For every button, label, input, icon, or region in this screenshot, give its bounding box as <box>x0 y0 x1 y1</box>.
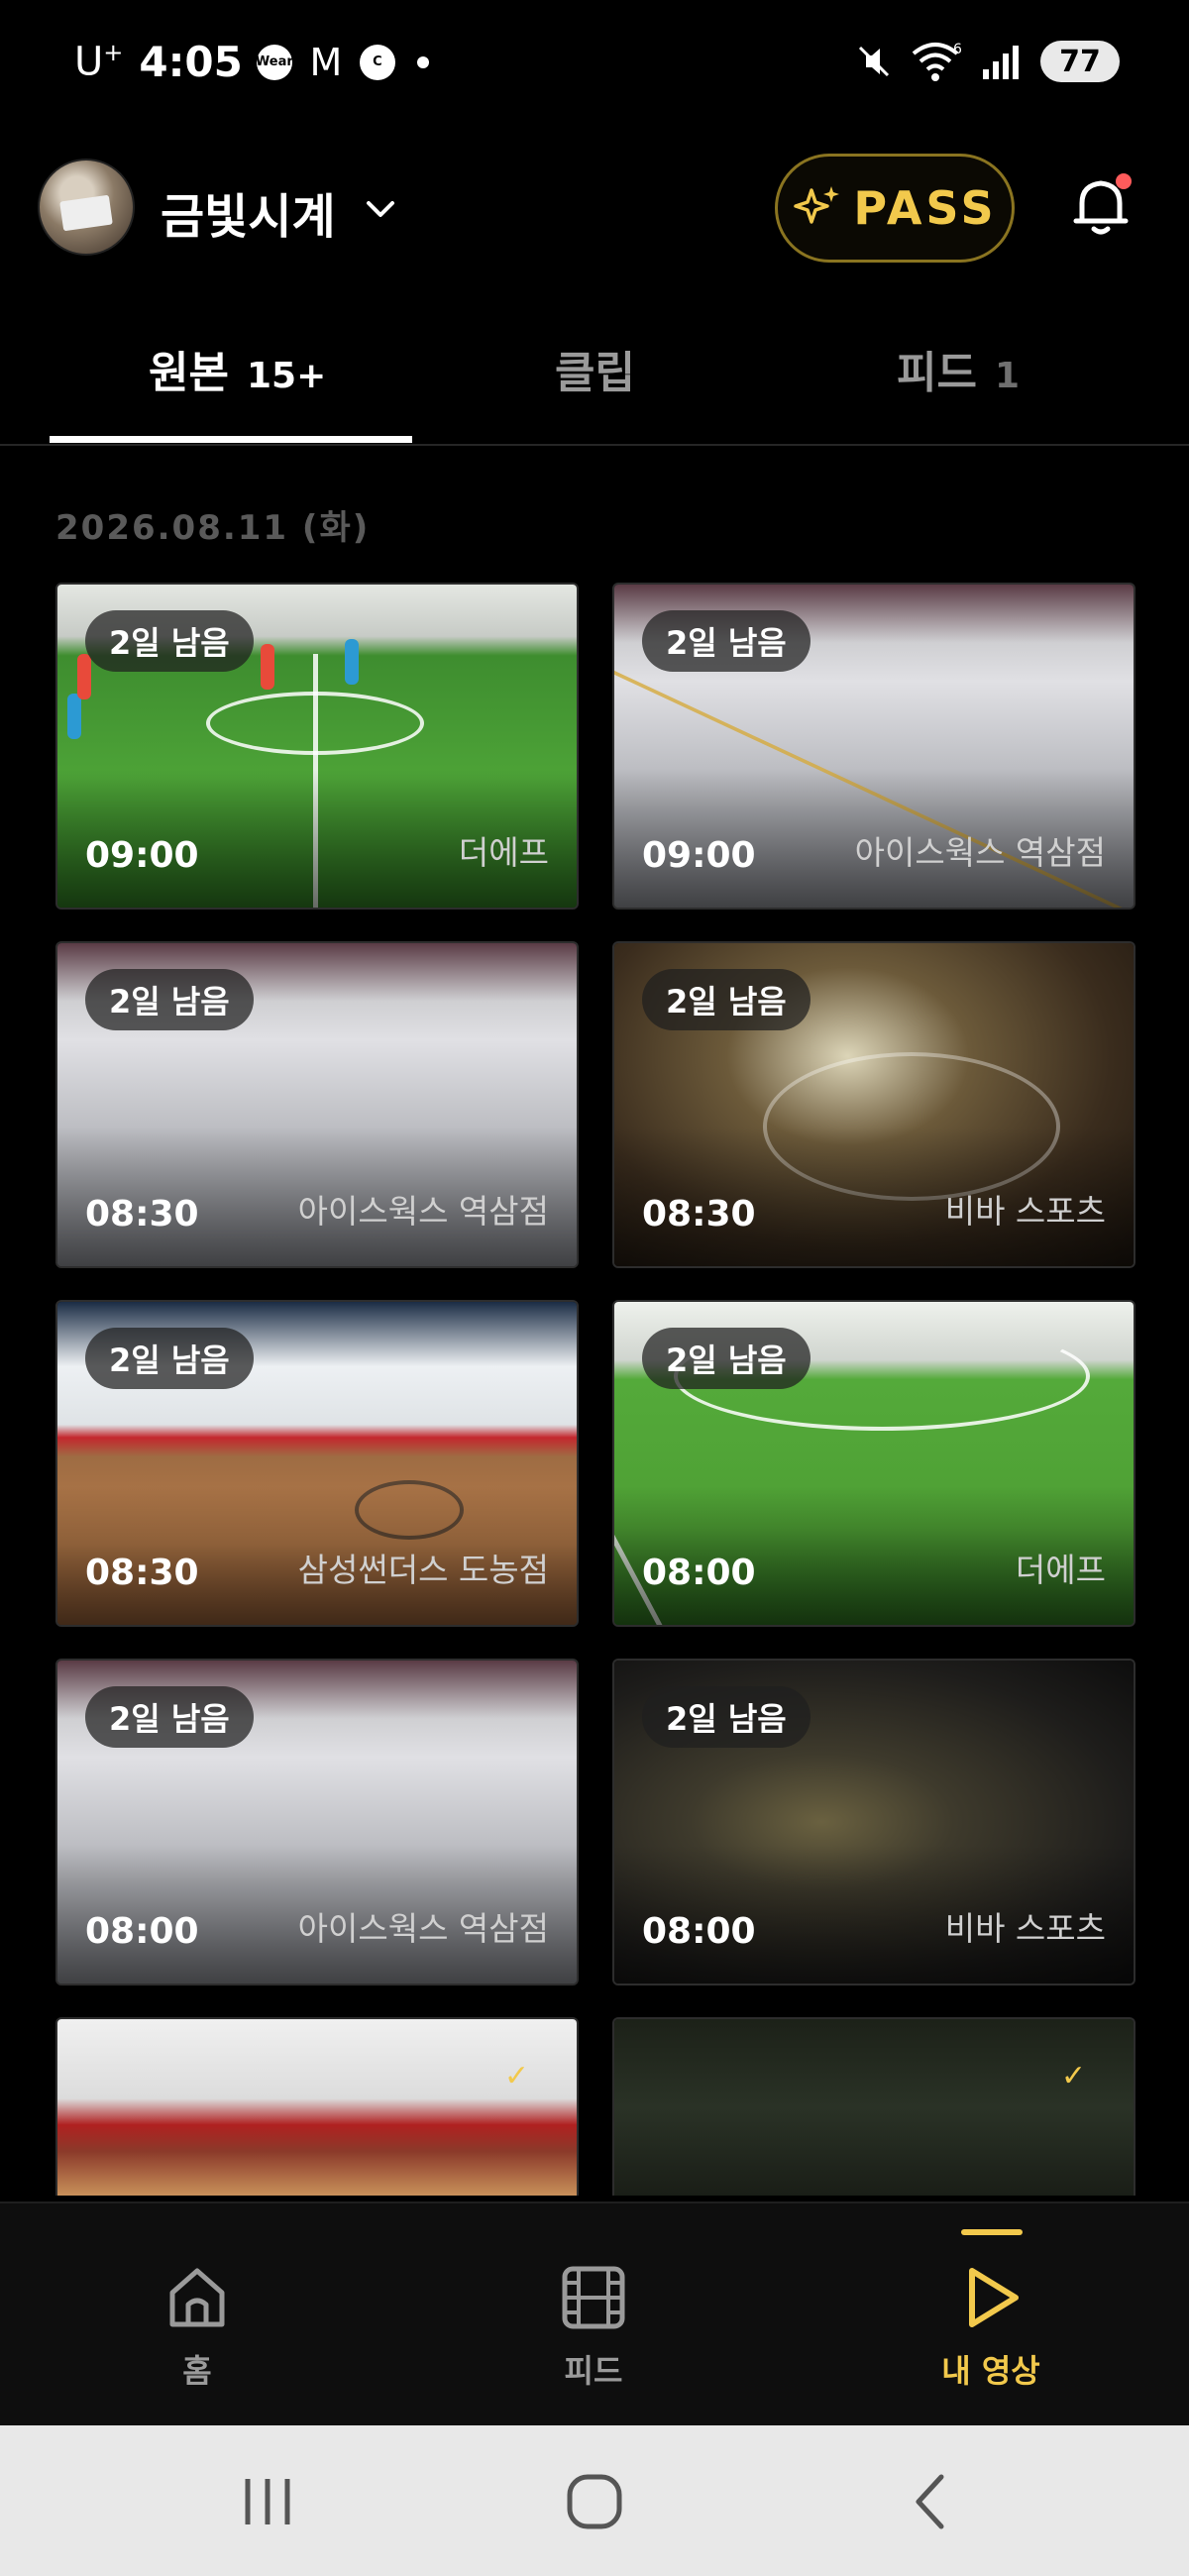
remaining-badge: 2일 남음 <box>85 969 254 1030</box>
active-nav-indicator <box>961 2229 1023 2235</box>
video-card[interactable]: 2일 남음 09:00 아이스웍스 역삼점 <box>612 583 1135 910</box>
tab-original[interactable]: 원본 15+ <box>149 337 326 400</box>
video-venue: 아이스웍스 역삼점 <box>297 1192 549 1231</box>
bottom-nav: 홈 피드 내 영상 <box>0 2201 1189 2425</box>
bell-icon[interactable] <box>1068 171 1137 241</box>
avatar[interactable] <box>38 159 135 256</box>
carrier-label: U+ <box>74 39 124 85</box>
video-venue: 아이스웍스 역삼점 <box>854 833 1106 872</box>
mute-icon <box>858 46 890 77</box>
check-icon: ✓ <box>503 2059 529 2093</box>
video-card[interactable]: 2일 남음 08:30 아이스웍스 역삼점 <box>55 941 579 1268</box>
status-right: 6 77 <box>854 40 1120 83</box>
video-venue: 삼성썬더스 도농점 <box>297 1551 549 1589</box>
system-nav-bar <box>0 2425 1189 2576</box>
video-time: 08:00 <box>85 1911 199 1952</box>
remaining-badge: 2일 남음 <box>85 1328 254 1389</box>
tab-label: 클립 <box>555 348 635 398</box>
video-time: 08:00 <box>642 1553 756 1593</box>
video-card[interactable]: ✓ <box>612 2017 1135 2196</box>
remaining-badge: 2일 남음 <box>642 1328 811 1389</box>
video-time: 08:00 <box>642 1911 756 1952</box>
clock: 4:05 <box>139 38 243 86</box>
sparkle-icon <box>794 186 840 224</box>
film-icon <box>562 2266 625 2329</box>
video-card[interactable]: ✓ <box>55 2017 579 2196</box>
notification-dot <box>1116 173 1132 189</box>
nav-feed[interactable]: 피드 <box>494 2263 693 2392</box>
pass-label: PASS <box>853 181 998 235</box>
check-icon: ✓ <box>1060 2059 1086 2093</box>
dot-icon <box>416 55 429 68</box>
nav-label: 피드 <box>564 2352 623 2390</box>
video-card[interactable]: 2일 남음 08:00 아이스웍스 역삼점 <box>55 1659 579 1986</box>
remaining-badge: 2일 남음 <box>85 610 254 672</box>
play-icon <box>969 2268 1019 2327</box>
video-card[interactable]: 2일 남음 08:00 비바 스포츠 <box>612 1659 1135 1986</box>
nav-label: 홈 <box>182 2352 212 2390</box>
signal-icon <box>983 46 1019 79</box>
recent-apps-icon[interactable] <box>233 2467 302 2536</box>
remaining-badge: 2일 남음 <box>85 1686 254 1748</box>
video-time: 09:00 <box>85 835 199 876</box>
chevron-down-icon[interactable] <box>363 191 398 227</box>
tab-label: 피드 <box>897 348 977 398</box>
video-time: 08:30 <box>85 1553 199 1593</box>
pass-button[interactable]: PASS <box>775 154 1015 263</box>
c-icon: C <box>359 44 395 80</box>
home-button-icon[interactable] <box>560 2467 629 2536</box>
status-left: U+ 4:05 Wear M C <box>74 38 429 86</box>
video-venue: 더에프 <box>1015 1551 1106 1589</box>
video-venue: 비바 스포츠 <box>944 1909 1106 1948</box>
nav-my-videos[interactable]: 내 영상 <box>892 2263 1090 2392</box>
video-card[interactable]: 2일 남음 09:00 더에프 <box>55 583 579 910</box>
tab-label: 원본 <box>149 348 229 398</box>
tab-bar: 원본 15+ 클립 피드 1 <box>0 317 1189 446</box>
date-label: 2026.08.11 (화) <box>55 508 371 548</box>
gmail-icon: M <box>309 40 343 84</box>
wear-icon: Wear <box>256 44 293 80</box>
home-icon <box>169 2268 225 2327</box>
video-time: 08:30 <box>85 1194 199 1234</box>
remaining-badge: 2일 남음 <box>642 610 811 672</box>
video-time: 08:30 <box>642 1194 756 1234</box>
store-name[interactable]: 금빛시계 <box>161 177 336 247</box>
video-card[interactable]: 2일 남음 08:30 삼성썬더스 도농점 <box>55 1300 579 1627</box>
active-tab-indicator <box>50 436 412 443</box>
nav-label: 내 영상 <box>941 2352 1040 2390</box>
nav-home[interactable]: 홈 <box>98 2263 296 2392</box>
tab-feed[interactable]: 피드 1 <box>897 337 1020 400</box>
battery-indicator: 77 <box>1040 41 1120 82</box>
header: 금빛시계 PASS <box>0 154 1189 263</box>
video-time: 09:00 <box>642 835 756 876</box>
back-icon[interactable] <box>897 2467 966 2536</box>
video-venue: 비바 스포츠 <box>944 1192 1106 1231</box>
status-bar: U+ 4:05 Wear M C 6 77 <box>0 0 1189 129</box>
wifi-icon: 6 <box>912 42 962 81</box>
tab-count: 1 <box>994 356 1021 396</box>
tab-count: 15+ <box>246 356 327 396</box>
video-card[interactable]: 2일 남음 08:30 비바 스포츠 <box>612 941 1135 1268</box>
video-thumbnail <box>614 2019 1134 2196</box>
remaining-badge: 2일 남음 <box>642 969 811 1030</box>
video-thumbnail <box>57 2019 577 2196</box>
tab-clip[interactable]: 클립 <box>555 337 635 400</box>
video-venue: 더에프 <box>458 833 549 872</box>
video-venue: 아이스웍스 역삼점 <box>297 1909 549 1948</box>
remaining-badge: 2일 남음 <box>642 1686 811 1748</box>
video-card[interactable]: 2일 남음 08:00 더에프 <box>612 1300 1135 1627</box>
svg-text:6: 6 <box>953 42 962 57</box>
